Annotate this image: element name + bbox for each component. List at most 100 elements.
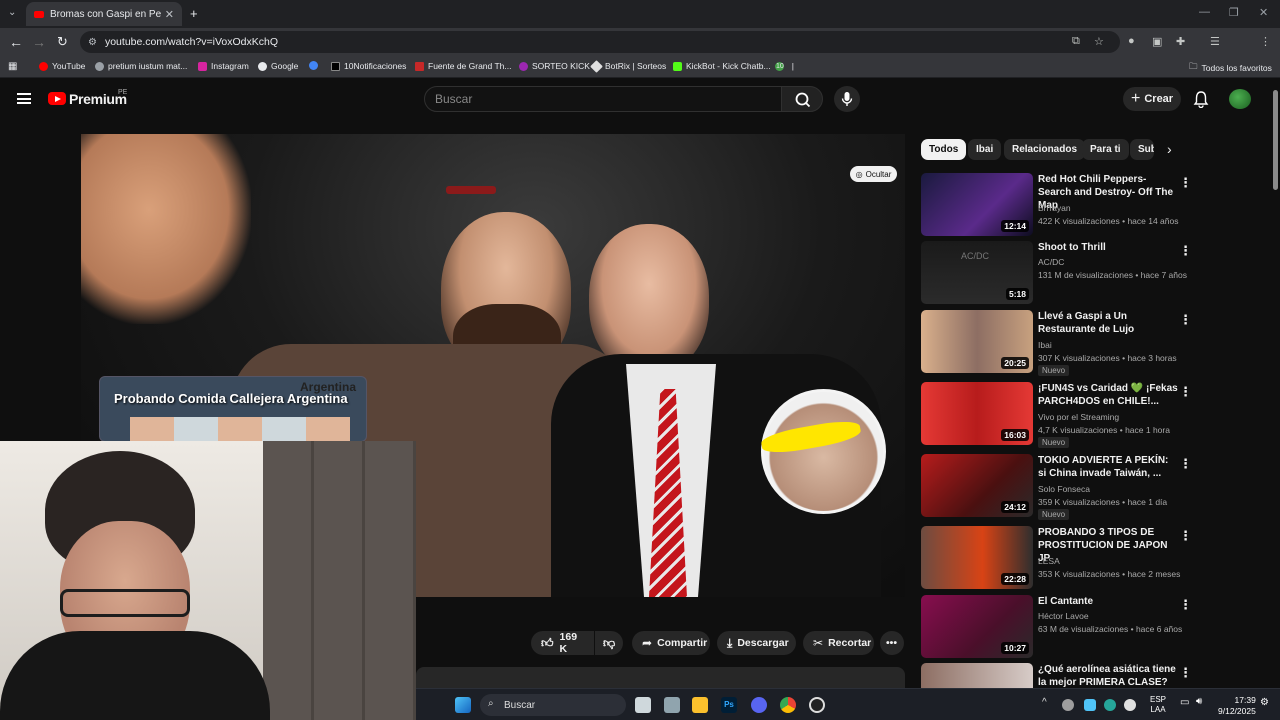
- back-icon[interactable]: ←: [9, 34, 23, 50]
- more-options-icon[interactable]: ⋮: [1179, 243, 1192, 259]
- chip-all[interactable]: Todos: [921, 139, 967, 160]
- list-item[interactable]: 22:28 PROBANDO 3 TIPOS DE PROSTITUCION D…: [921, 526, 1192, 589]
- tray-icon[interactable]: [1062, 699, 1074, 711]
- create-button[interactable]: + Crear: [1123, 87, 1181, 111]
- extension-icon[interactable]: ●: [1128, 35, 1135, 47]
- obs-icon[interactable]: [809, 697, 825, 713]
- youtube-logo-icon[interactable]: [48, 92, 66, 105]
- list-item[interactable]: 16:03 ¡FUN4S vs Caridad 💚 ¡Fekas PARCH4D…: [921, 382, 1192, 448]
- clip-button[interactable]: ✂ Recortar: [803, 631, 874, 655]
- bookmark-ten[interactable]: 10 |: [775, 61, 794, 71]
- list-item[interactable]: 20:25 Llevé a Gaspi a Un Restaurante de …: [921, 310, 1192, 376]
- all-bookmarks-folder[interactable]: 🗀 Todos los favoritos: [1189, 61, 1272, 75]
- video-title[interactable]: TOKIO ADVIERTE A PEKÍN: si China invade …: [1038, 454, 1178, 480]
- channel-name[interactable]: Solo Fonseca: [1038, 484, 1090, 494]
- channel-name[interactable]: LESA: [1038, 556, 1060, 566]
- bookmark-notificaciones[interactable]: 10Notificaciones: [331, 61, 406, 71]
- search-button[interactable]: [781, 86, 823, 112]
- video-title[interactable]: ¿Qué aerolínea asiática tiene la mejor P…: [1038, 663, 1178, 688]
- photoshop-icon[interactable]: Ps: [721, 697, 737, 713]
- scrollbar-thumb[interactable]: [1273, 90, 1278, 190]
- more-options-icon[interactable]: ⋮: [1179, 312, 1192, 328]
- more-options-icon[interactable]: ⋮: [1179, 597, 1192, 613]
- channel-name[interactable]: Héctor Lavoe: [1038, 611, 1089, 621]
- bookmark-grand-theft[interactable]: Fuente de Grand Th...: [415, 61, 511, 71]
- close-window-icon[interactable]: ✕: [1259, 6, 1268, 19]
- tab-search-button[interactable]: ⌄: [8, 7, 16, 18]
- discord-icon[interactable]: [751, 697, 767, 713]
- chip-for-you[interactable]: Para ti: [1082, 139, 1129, 160]
- video-thumbnail[interactable]: 16:03: [921, 382, 1033, 445]
- chip-ibai[interactable]: Ibai: [968, 139, 1002, 160]
- bookmark-pretium[interactable]: pretium iustum mat...: [95, 61, 187, 71]
- channel-name[interactable]: Vivo por el Streaming: [1038, 412, 1119, 422]
- bookmark-colorful[interactable]: [309, 61, 322, 70]
- description-box[interactable]: [416, 667, 905, 688]
- chip-related[interactable]: Relacionados: [1004, 139, 1086, 160]
- video-thumbnail[interactable]: 22:28: [921, 526, 1033, 589]
- chips-next-icon[interactable]: ›: [1167, 141, 1172, 157]
- more-options-icon[interactable]: ⋮: [1179, 665, 1191, 681]
- bookmark-kickbot[interactable]: KickBot - Kick Chatb...: [673, 61, 771, 71]
- list-item[interactable]: 10:27 El Cantante Héctor Lavoe 63 M de v…: [921, 595, 1192, 658]
- install-app-icon[interactable]: ⧉: [1072, 35, 1080, 48]
- tray-icon[interactable]: [1124, 699, 1136, 711]
- notification-center-icon[interactable]: ⚙: [1260, 697, 1269, 708]
- more-options-icon[interactable]: ⋮: [1179, 528, 1192, 544]
- search-input[interactable]: Buscar: [424, 86, 782, 112]
- hamburger-menu-icon[interactable]: [17, 93, 31, 104]
- bookmark-google[interactable]: Google: [258, 61, 298, 71]
- windows-start-icon[interactable]: [455, 697, 471, 713]
- channel-name[interactable]: AC/DC: [1038, 257, 1064, 267]
- video-thumbnail[interactable]: 20:25: [921, 310, 1033, 373]
- share-button[interactable]: ➦ Compartir: [632, 631, 710, 655]
- language-indicator[interactable]: ESP LAA: [1150, 695, 1166, 715]
- more-options-icon[interactable]: ⋮: [1179, 384, 1192, 400]
- video-title[interactable]: ¡FUN4S vs Caridad 💚 ¡Fekas PARCH4DOS en …: [1038, 382, 1178, 408]
- extensions-puzzle-icon[interactable]: ✚: [1176, 35, 1185, 48]
- more-options-icon[interactable]: ⋮: [1179, 456, 1192, 472]
- list-item[interactable]: 12:14 Red Hot Chili Peppers- Search and …: [921, 173, 1192, 236]
- taskbar-search[interactable]: ⌕ Buscar: [480, 694, 626, 716]
- bookmark-star-icon[interactable]: ☆: [1094, 35, 1104, 48]
- address-bar[interactable]: ⚙ youtube.com/watch?v=iVoxOdxKchQ: [80, 31, 1120, 53]
- download-button[interactable]: ⤓ Descargar: [717, 631, 796, 655]
- video-title[interactable]: Llevé a Gaspi a Un Restaurante de Lujo: [1038, 310, 1178, 336]
- bookmark-sorteo-kick[interactable]: SORTEO KICK: [519, 61, 590, 71]
- channel-name[interactable]: Brrrayan: [1038, 203, 1071, 213]
- show-hidden-icons[interactable]: ^: [1042, 697, 1047, 708]
- video-thumbnail[interactable]: AC/DC 5:18: [921, 241, 1033, 304]
- more-options-icon[interactable]: ⋮: [1179, 175, 1192, 191]
- hide-overlay-button[interactable]: ◎ Ocultar: [850, 166, 897, 182]
- list-item[interactable]: 24:12 TOKIO ADVIERTE A PEKÍN: si China i…: [921, 454, 1192, 520]
- video-title[interactable]: El Cantante: [1038, 595, 1178, 608]
- site-info-icon[interactable]: ⚙: [88, 37, 97, 48]
- bookmark-botrix[interactable]: BotRix | Sorteos: [590, 59, 666, 73]
- voice-search-button[interactable]: [834, 86, 860, 112]
- apps-icon[interactable]: ▦: [8, 61, 17, 72]
- overlay-video-card[interactable]: Argentina Probando Comida Callejera Arge…: [99, 376, 367, 442]
- notifications-bell-icon[interactable]: [1193, 90, 1209, 111]
- video-thumbnail[interactable]: 24:12: [921, 454, 1033, 517]
- minimize-icon[interactable]: —: [1199, 6, 1210, 18]
- browser-tab[interactable]: Bromas con Gaspi en Perú - YouTube ✕: [26, 2, 182, 26]
- chip-subscriptions[interactable]: Sub: [1130, 139, 1154, 160]
- list-item[interactable]: AC/DC 5:18 Shoot to Thrill AC/DC 131 M de…: [921, 241, 1192, 304]
- forward-icon[interactable]: →: [32, 34, 46, 50]
- tray-icon[interactable]: [1104, 699, 1116, 711]
- more-actions-button[interactable]: •••: [880, 631, 904, 655]
- widgets-icon[interactable]: [664, 697, 680, 713]
- clock[interactable]: 17:39 9/12/2025: [1218, 695, 1256, 717]
- bookmark-youtube[interactable]: YouTube: [39, 61, 85, 71]
- video-thumbnail[interactable]: [921, 663, 1033, 688]
- new-tab-button[interactable]: +: [190, 6, 198, 21]
- account-avatar[interactable]: [1229, 89, 1251, 109]
- reading-list-icon[interactable]: ☰: [1210, 35, 1220, 48]
- close-tab-icon[interactable]: ✕: [165, 8, 174, 21]
- task-view-icon[interactable]: [635, 697, 651, 713]
- list-item[interactable]: ¿Qué aerolínea asiática tiene la mejor P…: [921, 663, 1191, 688]
- channel-name[interactable]: Ibai: [1038, 340, 1052, 350]
- file-explorer-icon[interactable]: [692, 697, 708, 713]
- extension-icon[interactable]: ▣: [1152, 35, 1162, 48]
- video-thumbnail[interactable]: 12:14: [921, 173, 1033, 236]
